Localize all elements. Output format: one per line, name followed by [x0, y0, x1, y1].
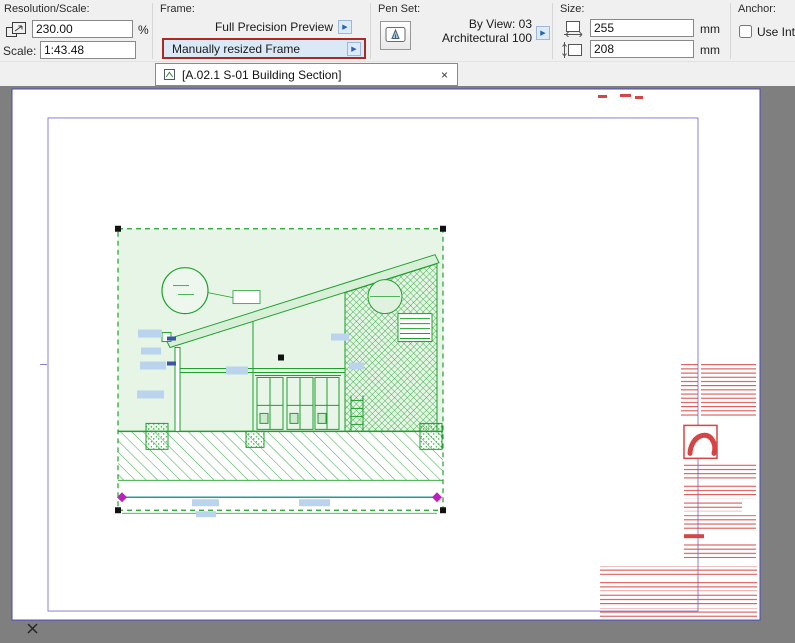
page-width-icon: [562, 20, 584, 37]
layout-canvas[interactable]: [0, 86, 795, 643]
selection-handle[interactable]: [278, 355, 284, 361]
selection-handle[interactable]: [440, 226, 446, 232]
frame-label: Frame:: [160, 3, 195, 15]
page-height-unit: mm: [700, 43, 720, 57]
scale-label: Scale:: [3, 44, 36, 58]
resolution-unit: %: [138, 23, 149, 37]
pen-set-button[interactable]: [380, 21, 411, 50]
pen-set-dropdown-icon[interactable]: ▶: [536, 26, 550, 40]
size-label: Size:: [560, 3, 584, 15]
scale-input[interactable]: [40, 41, 136, 59]
pen-set-value-line1: By View: 03: [420, 17, 532, 31]
tab-building-section[interactable]: [A.02.1 S-01 Building Section] ×: [155, 63, 458, 86]
anchor-section: Anchor: Use Int: [734, 0, 795, 62]
selection-handle[interactable]: [115, 226, 121, 232]
pen-set-section: Pen Set: By View: 03 Architectural 100 ▶: [374, 0, 552, 62]
frame-resized-dropdown-icon[interactable]: ▶: [347, 42, 361, 56]
frame-resized-label: Manually resized Frame: [172, 42, 300, 56]
tab-strip: [A.02.1 S-01 Building Section] ×: [0, 62, 795, 86]
selection-handle[interactable]: [115, 507, 121, 513]
app-window: Resolution/Scale: % Scale: Frame: Full P…: [0, 0, 795, 643]
selection-handle[interactable]: [440, 507, 446, 513]
resolution-scale-section: Resolution/Scale: % Scale:: [0, 0, 152, 62]
title-block-notes: [600, 566, 757, 577]
frame-resized-option[interactable]: Manually resized Frame ▶: [162, 38, 366, 59]
use-internal-checkbox-label: Use Int: [757, 25, 795, 39]
frame-preview-dropdown-icon[interactable]: ▶: [338, 20, 352, 34]
frame-preview-option[interactable]: Full Precision Preview ▶: [164, 19, 352, 35]
page-height-input[interactable]: [590, 40, 694, 58]
toolbar-separator: [730, 3, 731, 59]
pen-set-value-line2: Architectural 100: [420, 31, 532, 45]
pen-set-value[interactable]: By View: 03 Architectural 100: [420, 17, 532, 45]
page-width-input[interactable]: [590, 19, 694, 37]
layout-editor-canvas[interactable]: [0, 86, 795, 643]
use-internal-checkbox[interactable]: [739, 25, 752, 38]
tab-title: [A.02.1 S-01 Building Section]: [182, 68, 433, 82]
frame-section: Frame: Full Precision Preview ▶ Manually…: [156, 0, 368, 62]
layout-drawing-icon: [163, 68, 176, 81]
pen-set-icon: [385, 25, 406, 47]
page-height-icon: [562, 41, 584, 59]
toolbar-separator: [552, 3, 553, 59]
toolbar-separator: [152, 3, 153, 59]
toolbar-separator: [370, 3, 371, 59]
layout-origin-icon: [28, 624, 37, 633]
drawing-settings-toolbar: Resolution/Scale: % Scale: Frame: Full P…: [0, 0, 795, 62]
resolution-icon: [5, 21, 29, 39]
frame-preview-label: Full Precision Preview: [215, 20, 333, 34]
selected-drawing[interactable]: [117, 229, 443, 517]
size-section: Size: mm mm: [556, 0, 730, 62]
resolution-scale-label: Resolution/Scale:: [4, 3, 90, 15]
resolution-input[interactable]: [32, 20, 133, 38]
anchor-label: Anchor:: [738, 3, 776, 15]
tab-close-icon[interactable]: ×: [439, 68, 450, 82]
pen-set-label: Pen Set:: [378, 3, 420, 15]
page-width-unit: mm: [700, 22, 720, 36]
